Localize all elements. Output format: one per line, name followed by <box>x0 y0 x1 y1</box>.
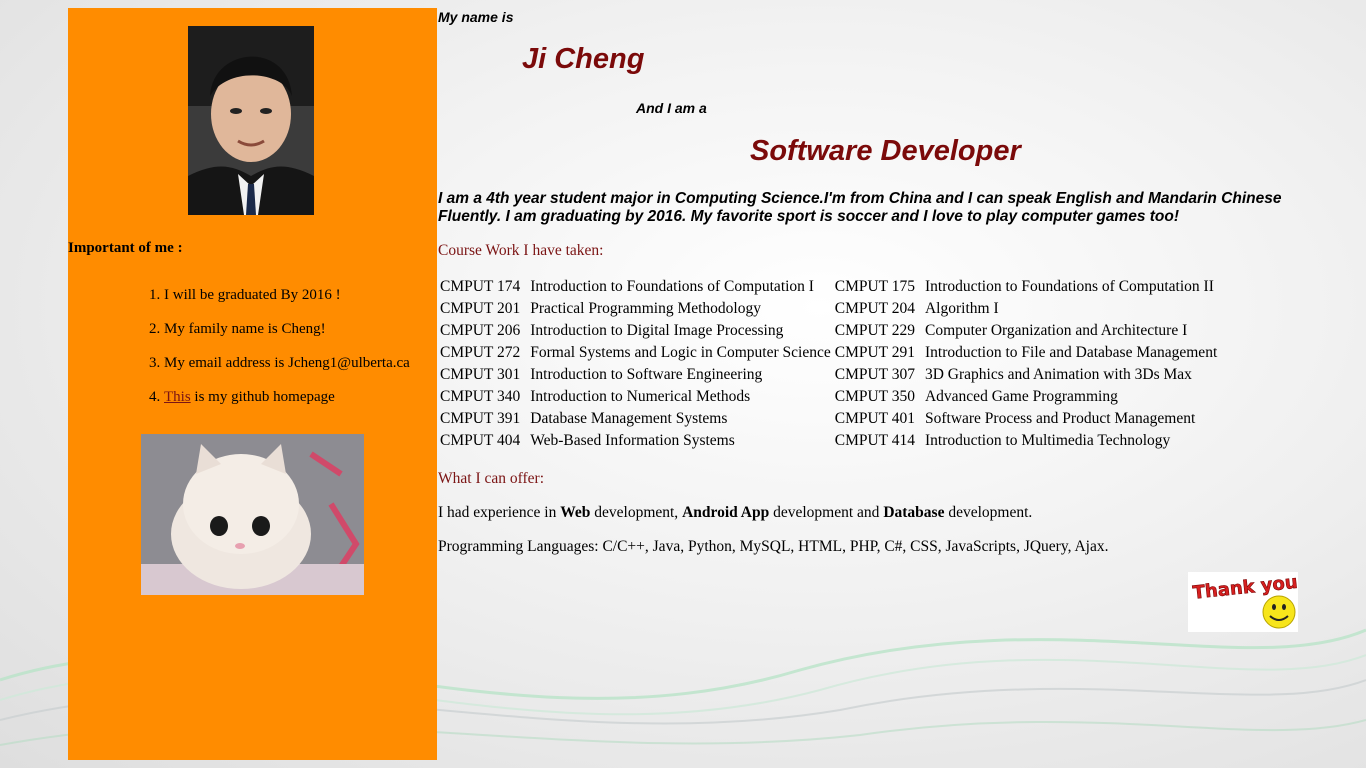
table-row: CMPUT 301 Introduction to Software Engin… <box>438 364 1219 386</box>
list-item: I will be graduated By 2016 ! <box>164 278 444 312</box>
bio-text: I am a 4th year student major in Computi… <box>438 190 1282 225</box>
course-table: CMPUT 174 Introduction to Foundations of… <box>438 276 1219 452</box>
table-row: CMPUT 391 Database Management Systems CM… <box>438 408 1219 430</box>
kitten-photo <box>141 434 364 595</box>
course-title: Software Process and Product Management <box>924 410 1196 427</box>
my-name-is-label: My name is <box>438 9 514 25</box>
github-link[interactable]: This <box>164 389 191 405</box>
table-row: CMPUT 340 Introduction to Numerical Meth… <box>438 386 1219 408</box>
course-title: Introduction to Foundations of Computati… <box>924 278 1214 295</box>
course-code: CMPUT 391 <box>440 410 521 427</box>
course-code: CMPUT 301 <box>440 366 521 383</box>
course-title: Advanced Game Programming <box>924 388 1118 405</box>
course-code: CMPUT 174 <box>440 278 521 295</box>
course-code: CMPUT 175 <box>834 278 915 295</box>
name-heading: Ji Cheng <box>522 43 645 75</box>
course-code: CMPUT 272 <box>440 344 521 361</box>
list-item: My email address is Jcheng1@ulberta.ca <box>164 346 444 380</box>
course-code: CMPUT 229 <box>834 322 915 339</box>
role-heading: Software Developer <box>750 135 1021 167</box>
table-row: CMPUT 206 Introduction to Digital Image … <box>438 320 1219 342</box>
important-list: I will be graduated By 2016 ! My family … <box>126 278 444 414</box>
course-title: Introduction to Foundations of Computati… <box>530 278 814 295</box>
thank-you-image: Thank you! <box>1188 571 1307 632</box>
table-row: CMPUT 201 Practical Programming Methodol… <box>438 298 1219 320</box>
course-code: CMPUT 291 <box>834 344 915 361</box>
course-title: Introduction to Multimedia Technology <box>924 432 1171 449</box>
table-row: CMPUT 404 Web-Based Information Systems … <box>438 430 1219 452</box>
course-title: Introduction to Software Engineering <box>530 366 763 383</box>
course-title: Computer Organization and Architecture I <box>924 322 1188 339</box>
course-title: Formal Systems and Logic in Computer Sci… <box>530 344 831 361</box>
course-code: CMPUT 350 <box>834 388 915 405</box>
course-code: CMPUT 201 <box>440 300 521 317</box>
list-item: This is my github homepage <box>164 380 444 414</box>
table-row: CMPUT 272 Formal Systems and Logic in Co… <box>438 342 1219 364</box>
languages-text: Programming Languages: C/C++, Java, Pyth… <box>438 538 1109 555</box>
course-title: Web-Based Information Systems <box>530 432 735 449</box>
course-title: Introduction to Numerical Methods <box>530 388 751 405</box>
course-code: CMPUT 204 <box>834 300 915 317</box>
course-code: CMPUT 414 <box>834 432 915 449</box>
coursework-heading: Course Work I have taken: <box>438 242 604 259</box>
course-title: Practical Programming Methodology <box>530 300 761 317</box>
sidebar: Important of me : I will be graduated By… <box>68 8 437 760</box>
course-title: Introduction to File and Database Manage… <box>924 344 1218 361</box>
list-item: My family name is Cheng! <box>164 312 444 346</box>
experience-text: I had experience in Web development, And… <box>438 504 1033 521</box>
course-code: CMPUT 307 <box>834 366 915 383</box>
course-code: CMPUT 401 <box>834 410 915 427</box>
course-title: Algorithm I <box>924 300 999 317</box>
table-row: CMPUT 174 Introduction to Foundations of… <box>438 276 1219 298</box>
course-code: CMPUT 206 <box>440 322 521 339</box>
course-code: CMPUT 340 <box>440 388 521 405</box>
and-i-am-a-label: And I am a <box>636 100 707 116</box>
course-title: Database Management Systems <box>530 410 728 427</box>
course-title: Introduction to Digital Image Processing <box>530 322 784 339</box>
important-heading: Important of me : <box>68 240 183 256</box>
course-title: 3D Graphics and Animation with 3Ds Max <box>924 366 1192 383</box>
profile-photo <box>188 26 314 215</box>
offer-heading: What I can offer: <box>438 470 545 487</box>
course-code: CMPUT 404 <box>440 432 521 449</box>
